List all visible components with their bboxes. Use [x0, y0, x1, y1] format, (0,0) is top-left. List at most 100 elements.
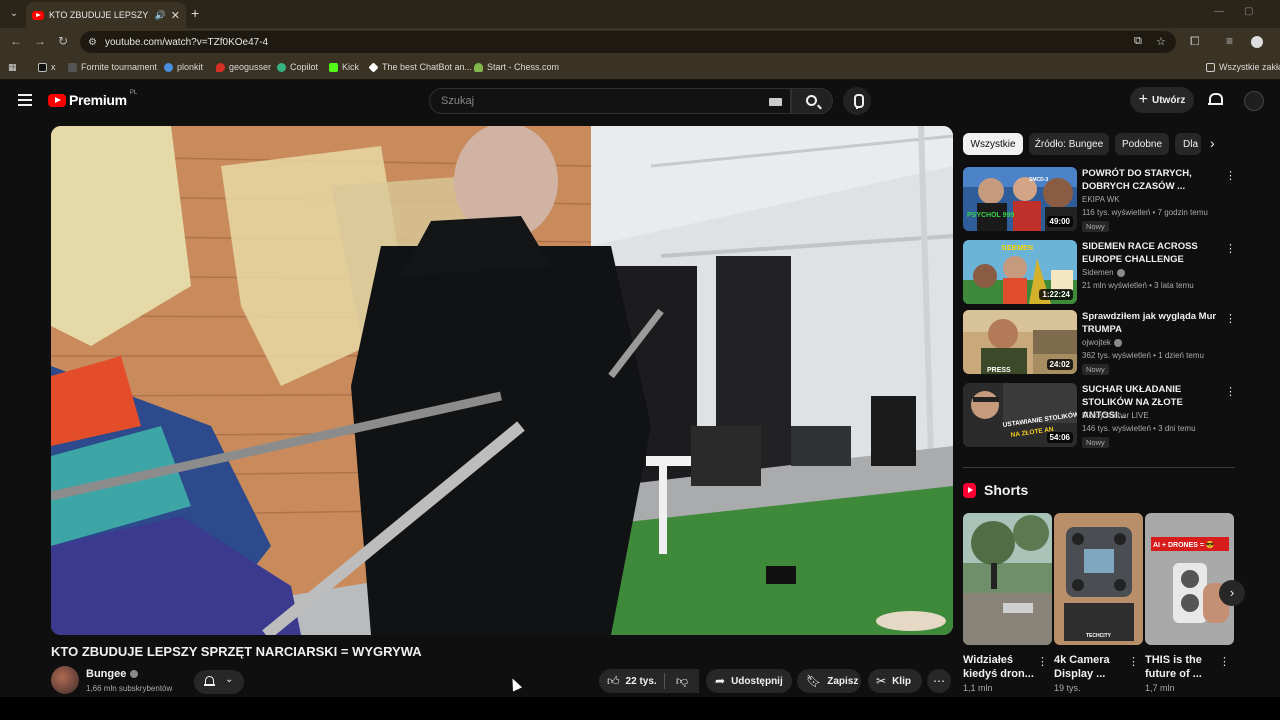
- bookmark-favicon-icon: [68, 62, 77, 72]
- extensions-icon[interactable]: ⧠: [1190, 34, 1200, 49]
- new-badge: Nowy: [1082, 437, 1109, 448]
- short-item[interactable]: TECHCITY 4k Camera Display ... 19 tys. ⋮: [1054, 513, 1143, 693]
- svg-text:TECHCITY: TECHCITY: [1086, 633, 1112, 639]
- bookmark-item[interactable]: Start - Chess.com: [474, 62, 559, 72]
- bookmark-item[interactable]: plonkit: [164, 62, 203, 72]
- video-frame: [51, 126, 953, 635]
- share-button[interactable]: ➦ Udostępnij: [706, 669, 792, 693]
- cast-icon[interactable]: ⧉: [1134, 35, 1142, 48]
- media-control-icon[interactable]: ≡: [1226, 34, 1233, 48]
- short-item[interactable]: AI + DRONES = 😎 THIS is the future of ..…: [1145, 513, 1234, 693]
- more-vertical-icon[interactable]: ⋮: [1225, 385, 1236, 398]
- short-title[interactable]: Widziałeś kiedyś dron...: [963, 653, 1035, 681]
- more-vertical-icon[interactable]: ⋮: [1037, 655, 1048, 668]
- bell-icon: [204, 675, 215, 688]
- recommendation-item[interactable]: PSYCHOL 999 SMCD-3 49:00 POWRÓT DO STARY…: [963, 167, 1236, 233]
- short-item[interactable]: Widziałeś kiedyś dron... 1,1 mln ⋮: [963, 513, 1052, 693]
- video-thumbnail[interactable]: SIDEMEN 1:22:24: [963, 240, 1077, 304]
- short-thumbnail[interactable]: TECHCITY: [1054, 513, 1143, 645]
- search-button[interactable]: [791, 88, 833, 114]
- recommendation-item[interactable]: SIDEMEN 1:22:24 SIDEMEN RACE ACROSS EURO…: [963, 240, 1236, 306]
- recommendation-channel[interactable]: Sidemen: [1082, 268, 1125, 277]
- recommendation-item[interactable]: USTAWIANIE STOLIKÓW NA ZŁOTE AN 54:06 SU…: [963, 383, 1236, 449]
- recommendation-item[interactable]: PRESS 24:02 Sprawdziłem jak wygląda Mur …: [963, 310, 1236, 376]
- subscribed-notifications-button[interactable]: ⌄: [194, 670, 244, 694]
- shorts-next-chevron-icon[interactable]: ›: [1219, 580, 1245, 606]
- recommendation-channel[interactable]: EKIPA WK: [1082, 195, 1120, 204]
- back-icon[interactable]: ←: [10, 34, 22, 48]
- clip-button[interactable]: ✂ Klip: [868, 669, 922, 693]
- profile-avatar-icon[interactable]: [1251, 36, 1263, 48]
- search-icon: [806, 95, 817, 106]
- bookmark-item[interactable]: geogusser: [216, 62, 271, 72]
- browser-tab-active[interactable]: KTO ZBUDUJE LEPSZY SPRZ 🔊 ✕: [26, 2, 186, 28]
- video-thumbnail[interactable]: PSYCHOL 999 SMCD-3 49:00: [963, 167, 1077, 231]
- more-vertical-icon[interactable]: ⋮: [1219, 655, 1230, 668]
- search-input[interactable]: Szukaj: [429, 88, 791, 114]
- video-thumbnail[interactable]: USTAWIANIE STOLIKÓW NA ZŁOTE AN 54:06: [963, 383, 1077, 447]
- thumbnail-image: AI + DRONES = 😎: [1145, 513, 1234, 645]
- channel-avatar[interactable]: [51, 666, 79, 694]
- youtube-premium-logo[interactable]: Premium PL: [48, 90, 137, 108]
- bookmark-star-icon[interactable]: ☆: [1156, 35, 1166, 48]
- site-info-icon[interactable]: ⚙: [88, 37, 97, 48]
- short-views: 1,7 mln: [1145, 683, 1175, 693]
- svg-text:PRESS: PRESS: [987, 367, 1011, 374]
- bookmark-item[interactable]: The best ChatBot an...: [368, 61, 472, 73]
- recommendation-channel[interactable]: MokrySuchar LIVE: [1082, 411, 1149, 420]
- short-title[interactable]: THIS is the future of ...: [1145, 653, 1217, 681]
- reload-icon[interactable]: ↻: [58, 34, 68, 48]
- more-vertical-icon[interactable]: ⋮: [1225, 312, 1236, 325]
- more-vertical-icon[interactable]: ⋮: [1225, 242, 1236, 255]
- all-bookmarks-folder[interactable]: Wszystkie zakład: [1206, 62, 1280, 72]
- bookmark-item[interactable]: Copilot: [277, 62, 318, 72]
- create-button[interactable]: + Utwórz: [1130, 87, 1194, 113]
- recommendation-title[interactable]: SIDEMEN RACE ACROSS EUROPE CHALLENGE: [1082, 240, 1222, 266]
- bookmark-item[interactable]: Fornite tournament: [68, 62, 157, 72]
- verified-badge-icon: [130, 670, 139, 678]
- short-thumbnail[interactable]: [963, 513, 1052, 645]
- account-avatar[interactable]: [1244, 91, 1264, 111]
- tab-search-chevron-icon[interactable]: ⌄: [6, 6, 22, 22]
- recommendation-title[interactable]: Sprawdziłem jak wygląda Mur TRUMPA: [1082, 310, 1222, 336]
- chip-all[interactable]: Wszystkie: [963, 133, 1023, 155]
- channel-name[interactable]: Bungee: [86, 668, 139, 680]
- voice-search-mic-icon[interactable]: [843, 87, 871, 115]
- chip-for-you[interactable]: Dla: [1175, 133, 1201, 155]
- duration-badge: 54:06: [1046, 432, 1073, 443]
- address-bar[interactable]: ⚙ youtube.com/watch?v=TZf0KOe47-4 ⧉ ☆: [80, 31, 1176, 53]
- dislike-button[interactable]: 👎︎: [665, 669, 699, 693]
- video-thumbnail[interactable]: PRESS 24:02: [963, 310, 1077, 374]
- audio-playing-icon[interactable]: 🔊: [155, 10, 166, 21]
- more-vertical-icon[interactable]: ⋮: [1128, 655, 1139, 668]
- bookmark-item[interactable]: Kick: [329, 62, 359, 72]
- apps-grid-icon[interactable]: ▦: [8, 62, 17, 73]
- new-tab-icon[interactable]: +: [191, 5, 199, 21]
- recommendation-title[interactable]: POWRÓT DO STARYCH, DOBRYCH CZASÓW ...: [1082, 167, 1222, 193]
- chatbot-icon: [368, 61, 379, 73]
- menu-icon[interactable]: [18, 94, 32, 106]
- chess-pawn-icon: [474, 62, 483, 72]
- keyboard-icon[interactable]: [769, 98, 782, 106]
- save-button[interactable]: 🔖︎ Zapisz: [797, 669, 861, 693]
- more-vertical-icon[interactable]: ⋮: [1225, 169, 1236, 182]
- bookmark-item[interactable]: x: [38, 62, 56, 72]
- tab-close-icon[interactable]: ✕: [171, 9, 180, 22]
- chip-related[interactable]: Podobne: [1115, 133, 1169, 155]
- shorts-logo-icon: [963, 482, 976, 498]
- forward-icon[interactable]: →: [34, 34, 46, 48]
- thumbs-down-icon: 👎︎: [675, 673, 689, 688]
- chip-from-channel[interactable]: Źródło: Bungee: [1029, 133, 1109, 155]
- verified-badge-icon: [1116, 268, 1125, 277]
- more-actions-button[interactable]: ⋯: [927, 669, 951, 693]
- recommendation-channel[interactable]: ojwojtek: [1082, 338, 1122, 347]
- minimize-icon[interactable]: —: [1214, 6, 1224, 17]
- recommendation-meta: 21 mln wyświetleń • 3 lata temu: [1082, 281, 1194, 290]
- video-player[interactable]: [51, 126, 953, 635]
- short-title[interactable]: 4k Camera Display ...: [1054, 653, 1126, 681]
- short-thumbnail[interactable]: AI + DRONES = 😎: [1145, 513, 1234, 645]
- chips-next-chevron-icon[interactable]: ›: [1210, 135, 1215, 151]
- maximize-icon[interactable]: ▢: [1244, 6, 1253, 17]
- duration-badge: 1:22:24: [1039, 289, 1073, 300]
- notifications-bell-icon[interactable]: [1208, 92, 1223, 107]
